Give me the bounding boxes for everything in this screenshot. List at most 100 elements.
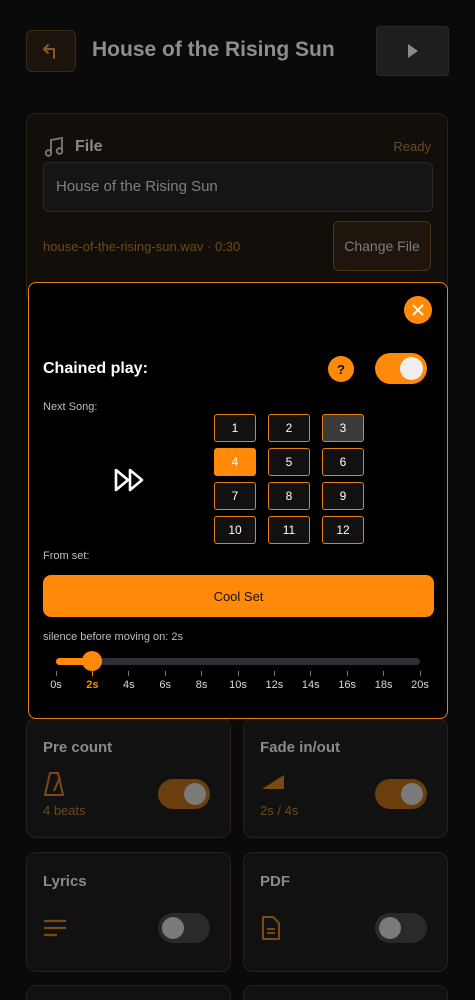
help-button[interactable]: ?	[328, 356, 354, 382]
tile-stub	[26, 985, 231, 1000]
tick-label: 6s	[159, 679, 171, 691]
file-label: File	[75, 138, 103, 155]
tick-label: 18s	[374, 679, 393, 691]
precount-toggle[interactable]	[158, 779, 210, 809]
metronome-icon	[43, 772, 65, 796]
file-status-text: Ready	[393, 139, 431, 154]
fade-tile: Fade in/out 2s / 4s	[243, 718, 448, 838]
song-number-button[interactable]: 5	[268, 448, 310, 476]
silence-tick: 0s	[36, 671, 76, 691]
precount-value: 4 beats	[43, 803, 86, 818]
song-number-button[interactable]: 11	[268, 516, 310, 544]
silence-slider[interactable]	[56, 651, 420, 671]
file-card: File Ready House of the Rising Sun house…	[26, 113, 448, 303]
tick-mark	[237, 671, 239, 676]
silence-ticks: 0s 2s 4s 6s 8s 10s 12s 14s 16s 18s 20s	[29, 671, 449, 699]
silence-tick: 2s	[72, 671, 112, 691]
song-name-field[interactable]: House of the Rising Sun	[43, 162, 433, 212]
toggle-knob	[401, 783, 423, 805]
silence-tick: 14s	[291, 671, 331, 691]
toggle-knob	[379, 917, 401, 939]
chained-play-dialog: Chained play: ? Next Song: 1 2 3 4 5 6 7 8 9 10 11…	[28, 282, 448, 719]
fade-title: Fade in/out	[260, 739, 340, 756]
song-number-button[interactable]: 1	[214, 414, 256, 442]
tick-label: 14s	[301, 679, 320, 691]
song-number-button[interactable]: 7	[214, 482, 256, 510]
song-number-button[interactable]: 8	[268, 482, 310, 510]
change-file-button[interactable]: Change File	[333, 221, 431, 271]
song-number-button[interactable]: 2	[268, 414, 310, 442]
song-number-button[interactable]: 9	[322, 482, 364, 510]
silence-tick: 8s	[182, 671, 222, 691]
fade-value: 2s / 4s	[260, 803, 299, 818]
tick-label: 16s	[338, 679, 357, 691]
silence-tick: 4s	[109, 671, 149, 691]
fade-toggle[interactable]	[375, 779, 427, 809]
header: House of the Rising Sun	[26, 26, 449, 76]
chained-play-label: Chained play:	[43, 360, 148, 377]
back-arrow-icon	[43, 44, 55, 59]
tick-label: 12s	[265, 679, 284, 691]
lyrics-title: Lyrics	[43, 873, 87, 890]
close-button[interactable]	[404, 296, 432, 324]
lyrics-toggle[interactable]	[158, 913, 210, 943]
precount-title: Pre count	[43, 739, 113, 756]
slider-thumb[interactable]	[82, 651, 103, 671]
tick-mark	[273, 671, 275, 676]
tick-label: 4s	[122, 679, 135, 691]
tick-mark	[164, 671, 166, 676]
page-title: House of the Rising Sun	[92, 38, 335, 61]
silence-tick: 18s	[364, 671, 404, 691]
song-number-button[interactable]: 12	[322, 516, 364, 544]
toggle-knob	[400, 357, 423, 380]
song-number-button[interactable]: 3	[322, 414, 364, 442]
fast-forward-icon	[114, 468, 144, 492]
tick-mark	[310, 671, 312, 676]
lines-icon	[44, 919, 66, 937]
silence-tick: 20s	[400, 671, 440, 691]
play-icon	[407, 44, 418, 58]
precount-tile: Pre count 4 beats	[26, 718, 231, 838]
tick-mark	[383, 671, 385, 676]
tick-label: 2s	[86, 679, 99, 691]
tick-label: 10s	[229, 679, 247, 691]
next-song-label: Next Song:	[43, 401, 98, 413]
song-number-button[interactable]: 10	[214, 516, 256, 544]
silence-tick: 10s	[218, 671, 258, 691]
tick-mark	[55, 671, 57, 676]
silence-tick: 6s	[145, 671, 185, 691]
tile-stub	[243, 985, 448, 1000]
tick-mark	[91, 671, 93, 676]
document-icon	[262, 916, 280, 940]
silence-tick: 12s	[254, 671, 294, 691]
pdf-title: PDF	[260, 873, 290, 890]
fade-ramp-icon	[262, 775, 284, 789]
back-button[interactable]	[26, 30, 76, 72]
song-number-button[interactable]: 4	[214, 448, 256, 476]
tick-mark	[346, 671, 348, 676]
music-note-icon	[44, 136, 64, 157]
tick-mark	[419, 671, 421, 676]
file-meta-text: house-of-the-rising-sun.wav · 0:30	[43, 239, 241, 254]
tick-mark	[201, 671, 203, 676]
next-song-grid: 1 2 3 4 5 6 7 8 9 10 11 12	[214, 414, 364, 544]
set-select-button[interactable]: Cool Set	[43, 575, 434, 617]
chained-play-toggle[interactable]	[375, 353, 427, 384]
tick-mark	[128, 671, 130, 676]
pdf-toggle[interactable]	[375, 913, 427, 943]
close-icon	[412, 304, 424, 316]
toggle-knob	[184, 783, 206, 805]
tick-label: 8s	[195, 679, 208, 691]
tick-label: 0s	[50, 679, 62, 691]
silence-tick: 16s	[327, 671, 367, 691]
pdf-tile: PDF	[243, 852, 448, 972]
lyrics-tile: Lyrics	[26, 852, 231, 972]
song-number-button[interactable]: 6	[322, 448, 364, 476]
app-screen: House of the Rising Sun File Ready House…	[0, 0, 475, 1000]
toggle-knob	[162, 917, 184, 939]
tick-label: 20s	[411, 679, 429, 691]
silence-label: silence before moving on: 2s	[43, 631, 184, 643]
play-button[interactable]	[376, 26, 449, 76]
file-card-header: File	[43, 136, 103, 158]
from-set-label: From set:	[43, 550, 90, 562]
